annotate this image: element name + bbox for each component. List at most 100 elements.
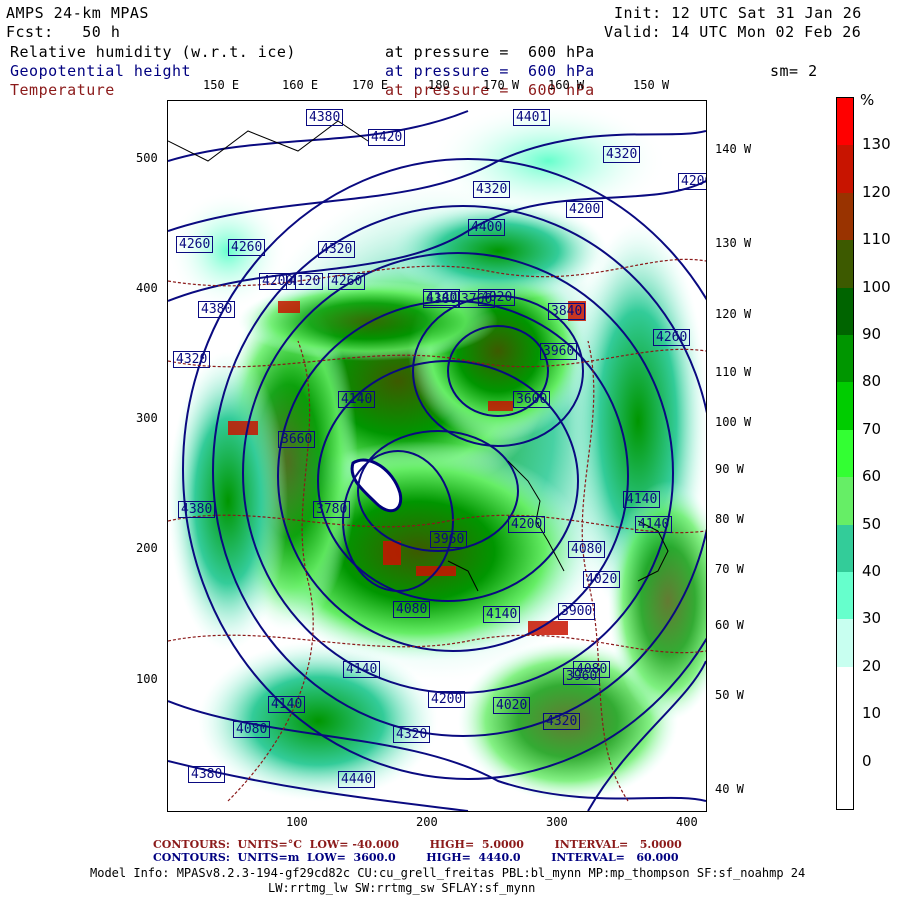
- height-contour-label: 4320: [173, 351, 211, 368]
- colorbar-segment: [837, 382, 853, 431]
- field-height-title: Geopotential height: [10, 62, 192, 80]
- y-tick-label: 300: [136, 411, 158, 425]
- height-contour-label: 4401: [513, 109, 551, 126]
- model-info-line-2: LW:rrtmg_lw SW:rrtmg_sw SFLAY:sf_mynn: [268, 881, 536, 895]
- height-contour-label: 4200: [428, 691, 466, 708]
- height-contour-label: 4380: [178, 501, 216, 518]
- colorbar-tick-label: 130: [862, 135, 891, 154]
- x-tick-label: 300: [546, 815, 568, 829]
- lon-label: 100 W: [715, 415, 752, 429]
- height-contour-label: 4080: [568, 541, 606, 558]
- height-contour-label: 4380: [198, 301, 236, 318]
- field-temperature-title: Temperature: [10, 81, 115, 99]
- height-contour-label: 4140: [423, 289, 461, 306]
- colorbar-segment: [837, 429, 853, 478]
- lon-label: 110 W: [715, 365, 752, 379]
- height-contour-label: 4080: [573, 661, 611, 678]
- smoothing-label: sm= 2: [770, 62, 818, 80]
- colorbar-segment: [837, 192, 853, 241]
- colorbar-tick-label: 20: [862, 656, 882, 675]
- height-contour-label: 3760: [458, 291, 496, 308]
- height-contour-label: 4320: [473, 181, 511, 198]
- height-contour-label: 3780: [313, 501, 351, 518]
- lon-label: 50 W: [715, 688, 744, 702]
- x-tick-label: 200: [416, 815, 438, 829]
- x-tick-label: 400: [676, 815, 698, 829]
- colorbar-segment: [837, 477, 853, 526]
- height-contour-label: 4380: [306, 109, 344, 126]
- colorbar-tick-label: 60: [862, 467, 882, 486]
- colorbar-tick-label: 70: [862, 419, 882, 438]
- colorbar-segment: [837, 335, 853, 383]
- height-contour-label: 4320: [318, 241, 356, 258]
- model-info-line-1: Model Info: MPASv8.2.3-194-gf29cd82c CU:…: [90, 866, 806, 880]
- height-contour-label: 4320: [603, 146, 641, 163]
- height-contour-label: 4080: [233, 721, 271, 738]
- lon-label: 150 W: [633, 78, 670, 92]
- lon-label: 170 E: [352, 78, 389, 92]
- height-contour-label: 4260: [653, 329, 691, 346]
- colorbar-segment: [837, 145, 853, 194]
- height-contour-label: 3900: [558, 603, 596, 620]
- colorbar-segment: [837, 572, 853, 620]
- colorbar-segment: [837, 98, 853, 146]
- height-contour-label: 4200: [508, 516, 546, 533]
- height-contour-label: 4380: [188, 766, 226, 783]
- lon-label: 70 W: [715, 562, 744, 576]
- field-rh-title: Relative humidity (w.r.t. ice): [10, 43, 296, 61]
- lon-label: 180: [428, 78, 450, 92]
- map-plot-area: 4380 4401 4420 4320 4320 4200 4400 4200 4260 4320…: [167, 100, 707, 812]
- height-contour-label: 3840: [548, 303, 586, 320]
- y-tick-label: 200: [136, 541, 158, 555]
- height-contour-label: 3600: [513, 391, 551, 408]
- height-contour-label: 4420: [368, 129, 406, 146]
- colorbar-unit: %: [860, 91, 875, 109]
- height-contour-label: 4140: [623, 491, 661, 508]
- height-contour-label: 4140: [268, 696, 306, 713]
- lon-label: 160 W: [548, 78, 585, 92]
- temperature-contour-info: CONTOURS: UNITS=°C LOW= -40.000 HIGH= 5.…: [153, 838, 682, 851]
- lon-label: 130 W: [715, 236, 752, 250]
- height-contour-label: 4140: [635, 516, 673, 533]
- colorbar-segment: [837, 666, 853, 715]
- colorbar-tick-label: 110: [862, 230, 891, 249]
- height-contour-label: 4020: [583, 571, 621, 588]
- height-contour-label: 4020: [493, 697, 531, 714]
- colorbar-segment: [837, 619, 853, 668]
- lon-label: 160 E: [282, 78, 319, 92]
- y-tick-label: 400: [136, 281, 158, 295]
- height-contour-label: 4140: [483, 606, 521, 623]
- height-contour-label: 4140: [343, 661, 381, 678]
- valid-time: Valid: 14 UTC Mon 02 Feb 26: [604, 23, 862, 41]
- height-contour-label: 4080: [393, 601, 431, 618]
- lon-label: 150 E: [203, 78, 240, 92]
- height-contour-label: 4140: [338, 391, 376, 408]
- lon-label: 40 W: [715, 782, 744, 796]
- colorbar-tick-label: 40: [862, 562, 882, 580]
- colorbar-tick-label: 80: [862, 372, 882, 391]
- model-title: AMPS 24-km MPAS: [6, 4, 149, 22]
- colorbar-tick-label: 120: [862, 182, 891, 201]
- height-contour-label: 4200: [259, 273, 297, 290]
- colorbar-segment: [837, 761, 853, 810]
- height-contour-label: 4400: [468, 219, 506, 236]
- height-contour-label: 4200: [566, 201, 604, 218]
- y-tick-label: 100: [136, 672, 158, 686]
- colorbar-segment: [837, 240, 853, 289]
- height-contour-label: 4440: [338, 771, 376, 788]
- height-contour-label: 4260: [328, 273, 366, 290]
- lon-label: 140 W: [715, 142, 752, 156]
- field-rh-pressure: at pressure = 600 hPa: [385, 43, 595, 61]
- colorbar-tick-label: 100: [862, 277, 891, 296]
- height-contour-label: 3960: [540, 343, 578, 360]
- y-tick-label: 500: [136, 151, 158, 165]
- colorbar-tick-label: 0: [862, 751, 872, 770]
- x-tick-label: 100: [286, 815, 308, 829]
- height-contour-label: 4200: [678, 173, 706, 190]
- init-time: Init: 12 UTC Sat 31 Jan 26: [614, 4, 862, 22]
- colorbar-tick-label: 30: [862, 609, 882, 628]
- colorbar-segment: [837, 287, 853, 336]
- colorbar-tick-label: 90: [862, 325, 882, 343]
- colorbar: [836, 97, 854, 810]
- colorbar-tick-label: 10: [862, 704, 882, 723]
